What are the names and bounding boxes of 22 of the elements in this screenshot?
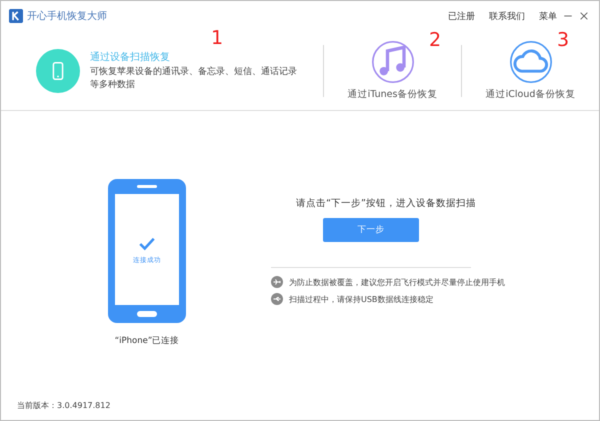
cloud-icon[interactable] [508, 40, 552, 84]
tip-text: 扫描过程中，请保持USB数据线连接稳定 [289, 294, 434, 304]
annotation-number: 2 [429, 29, 442, 51]
music-note-icon[interactable] [370, 40, 414, 84]
window-title: 开心手机恢复大师 [27, 10, 108, 23]
menu-link[interactable]: 已注册 [448, 10, 475, 22]
app-logo-icon [9, 9, 23, 23]
tip-text: 为防止数据被覆盖，建议您开启飞行模式并尽量停止使用手机 [289, 276, 505, 288]
usb-icon [271, 293, 283, 305]
mode-description: 可恢复苹果设备的通讯录、备忘录、短信、通话记录等多种数据 [90, 66, 298, 92]
mode-label[interactable]: 通过iTunes备份恢复 [348, 88, 438, 101]
mode-label[interactable]: 通过iCloud备份恢复 [486, 88, 576, 101]
menu-link[interactable]: 菜单 [539, 10, 557, 22]
device-caption: “iPhone”已连接 [114, 335, 180, 347]
phone-mode-icon[interactable] [36, 48, 80, 92]
menu-link[interactable]: 联系我们 [489, 10, 525, 22]
airplane-icon [271, 276, 283, 288]
annotation-number: 1 [211, 27, 224, 49]
annotation-number: 3 [557, 29, 570, 51]
version-text: 当前版本：3.0.4917.812 [17, 400, 110, 410]
instruction-text: 请点击“下一步”按钮，进入设备数据扫描 [295, 197, 477, 210]
close-icon[interactable] [579, 11, 589, 21]
